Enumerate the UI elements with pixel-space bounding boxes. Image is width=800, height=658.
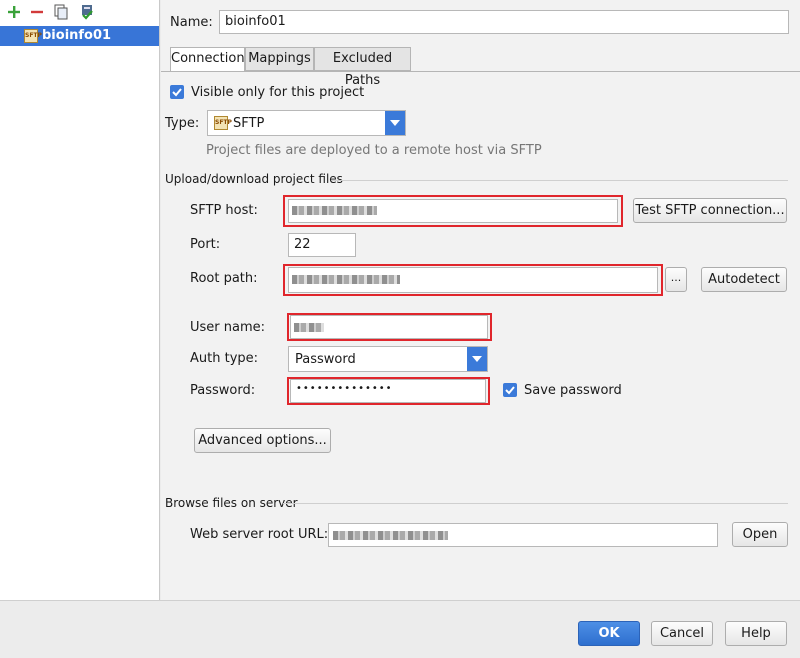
set-default-icon[interactable] [79,4,95,20]
name-label: Name: [170,15,213,30]
visible-only-label: Visible only for this project [191,85,365,100]
auth-type-label: Auth type: [190,351,259,366]
chevron-down-icon[interactable] [385,111,405,135]
browse-button[interactable]: ... [665,267,687,292]
sftp-host-label: SFTP host: [190,203,258,218]
type-label: Type: [165,116,200,131]
password-label: Password: [190,383,256,398]
save-password-checkbox[interactable] [503,383,517,397]
redacted-text [292,275,400,284]
auth-type-dropdown[interactable]: Password [288,346,488,372]
sftp-icon: SFTP [214,116,232,130]
open-button[interactable]: Open [732,522,788,547]
upload-section-title: Upload/download project files [165,172,343,186]
copy-icon[interactable] [53,4,69,20]
redacted-text [294,323,324,332]
type-description: Project files are deployed to a remote h… [206,143,542,158]
auth-type-value: Password [295,352,356,367]
remove-icon[interactable] [29,4,45,20]
ok-button[interactable]: OK [578,621,640,646]
browse-section-title: Browse files on server [165,496,298,510]
port-field[interactable]: 22 [288,233,356,257]
cancel-button[interactable]: Cancel [651,621,713,646]
autodetect-button[interactable]: Autodetect [701,267,787,292]
server-name: bioinfo01 [42,28,112,43]
add-icon[interactable] [6,4,22,20]
root-path-label: Root path: [190,271,258,286]
redacted-text [292,206,377,215]
type-dropdown[interactable]: SFTP SFTP [207,110,406,136]
test-connection-button[interactable]: Test SFTP connection... [633,198,787,223]
tab-mappings[interactable]: Mappings [245,47,314,71]
redacted-text [333,531,448,540]
help-button[interactable]: Help [725,621,787,646]
server-list-item[interactable]: SFTP bioinfo01 [0,26,159,46]
advanced-options-button[interactable]: Advanced options... [194,428,331,453]
tab-excluded-paths[interactable]: Excluded Paths [314,47,411,88]
save-password-label: Save password [524,383,622,398]
visible-only-checkbox[interactable] [170,85,184,99]
tab-divider [161,71,800,72]
sftp-icon: SFTP [24,29,42,43]
chevron-down-icon[interactable] [467,347,487,371]
server-list-panel: SFTP bioinfo01 [0,0,160,600]
user-name-label: User name: [190,320,266,335]
port-label: Port: [190,237,221,252]
tab-connection[interactable]: Connection [170,47,245,72]
name-field[interactable]: bioinfo01 [219,10,789,34]
type-value: SFTP [233,116,265,131]
section-divider [283,503,788,504]
web-root-label: Web server root URL: [190,527,329,542]
password-field[interactable]: •••••••••••••• [290,379,486,403]
section-divider [332,180,788,181]
